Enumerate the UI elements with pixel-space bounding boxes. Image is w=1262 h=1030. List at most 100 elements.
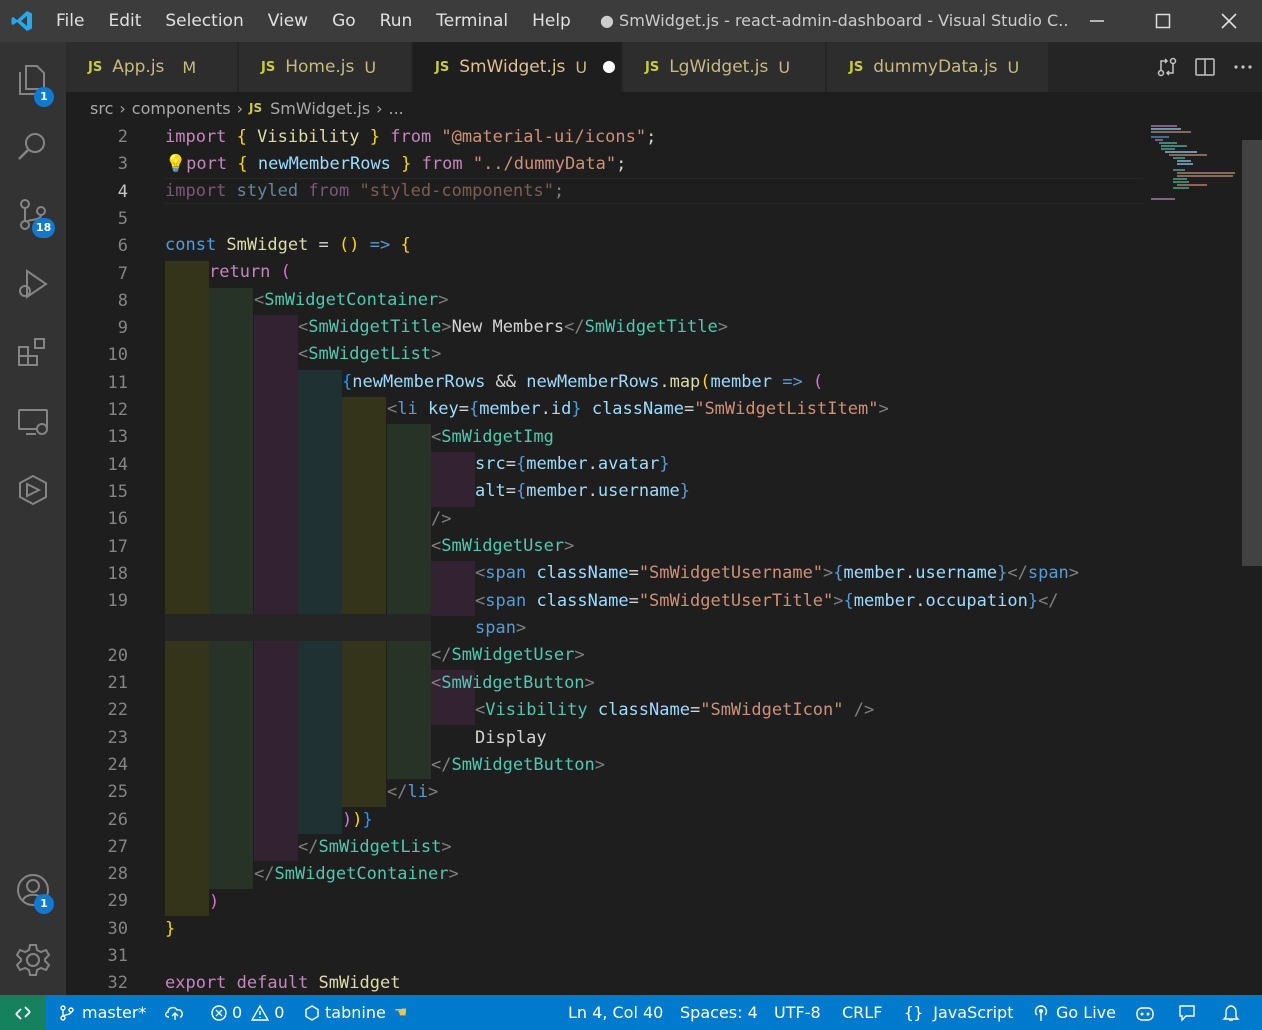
code-line: </SmWidgetContainer> [254, 864, 459, 884]
line-number: 16 [107, 509, 128, 529]
encoding-status[interactable]: UTF-8 [774, 995, 821, 1030]
tab-app-js[interactable]: JS App.js M [66, 42, 238, 92]
vertical-scrollbar[interactable] [1242, 124, 1262, 995]
menu-selection[interactable]: Selection [153, 0, 255, 42]
code-line: <SmWidgetTitle>New Members</SmWidgetTitl… [298, 317, 728, 337]
packages-icon[interactable] [0, 460, 66, 520]
minimize-button[interactable] [1064, 0, 1130, 42]
compare-changes-icon[interactable] [1148, 42, 1186, 92]
menu-terminal[interactable]: Terminal [424, 0, 520, 42]
run-debug-icon[interactable] [0, 254, 66, 314]
go-live-button[interactable]: Go Live [1032, 995, 1116, 1030]
broadcast-icon [1034, 1004, 1048, 1021]
notifications-bell-icon[interactable] [1222, 995, 1240, 1030]
indentation-status[interactable]: Spaces: 4 [680, 995, 758, 1030]
breadcrumb-components[interactable]: components [132, 99, 231, 118]
settings-gear-icon[interactable] [0, 930, 66, 990]
menu-help[interactable]: Help [520, 0, 583, 42]
code-line: <SmWidgetContainer> [254, 290, 449, 310]
tab-lgwidget-js[interactable]: JS LgWidget.js U [623, 42, 826, 92]
tab-label: dummyData.js [873, 57, 998, 77]
line-number: 28 [107, 864, 128, 884]
scrollbar-thumb[interactable] [1242, 140, 1262, 566]
tab-dummydata-js[interactable]: JS dummyData.js U [827, 42, 1049, 92]
branch-status[interactable]: master* [58, 995, 146, 1030]
line-number: 11 [107, 373, 128, 393]
search-icon[interactable] [0, 116, 66, 176]
line-number: 20 [107, 646, 128, 666]
tab-label: App.js [112, 57, 165, 77]
cursor-position[interactable]: Ln 4, Col 40 [568, 995, 663, 1030]
warning-count: 0 [274, 1003, 285, 1022]
breadcrumb-symbol[interactable]: ... [389, 99, 404, 118]
activity-bar: 1 18 1 [0, 42, 66, 995]
tabnine-icon [305, 1004, 319, 1021]
source-control-icon[interactable]: 18 [0, 184, 66, 244]
accounts-icon[interactable]: 1 [0, 860, 66, 920]
code-area[interactable]: import { Visibility } from "@material-ui… [165, 124, 1165, 995]
tab-git-status: U [364, 57, 377, 77]
menu-run[interactable]: Run [368, 0, 425, 42]
code-line: <SmWidgetList> [298, 344, 442, 364]
js-file-icon: JS [88, 59, 103, 75]
breadcrumb: src › components › JS SmWidget.js › ... [66, 92, 1262, 124]
tab-git-status: U [778, 57, 791, 77]
tab-git-status: U [1007, 57, 1020, 77]
tabnine-status[interactable]: tabnine ☚ [305, 995, 407, 1030]
code-line: /> [431, 509, 452, 529]
close-button[interactable] [1196, 0, 1262, 42]
sync-icon[interactable] [164, 995, 186, 1030]
menu-file[interactable]: File [44, 0, 96, 42]
line-number: 18 [107, 564, 128, 584]
extensions-icon[interactable] [0, 322, 66, 382]
remote-indicator-icon[interactable] [0, 995, 46, 1030]
menu-go[interactable]: Go [320, 0, 368, 42]
code-line: {newMemberRows && newMemberRows.map(memb… [342, 372, 824, 392]
js-file-icon: JS [261, 59, 276, 75]
line-number: 15 [107, 482, 128, 502]
line-number: 8 [117, 291, 128, 311]
code-line: 💡port { newMemberRows } from "../dummyDa… [165, 154, 627, 174]
status-bar: master* 0 0 tabnine ☚ Ln 4, Col 40 Space… [0, 995, 1262, 1030]
lightbulb-icon[interactable]: 💡 [165, 154, 186, 174]
breadcrumb-file[interactable]: SmWidget.js [270, 99, 370, 118]
remote-explorer-icon[interactable] [0, 392, 66, 452]
line-number: 13 [107, 427, 128, 447]
line-number: 24 [107, 755, 128, 775]
menu-view[interactable]: View [256, 0, 320, 42]
go-live-label: Go Live [1056, 1003, 1116, 1022]
minimap[interactable] [1147, 124, 1247, 204]
maximize-button[interactable] [1130, 0, 1196, 42]
breadcrumb-src[interactable]: src [90, 99, 113, 118]
code-line: <SmWidgetButton> [431, 673, 595, 693]
line-number: 22 [107, 700, 128, 720]
eol-status[interactable]: CRLF [842, 995, 882, 1030]
error-count: 0 [232, 1003, 243, 1022]
feedback-icon[interactable] [1178, 995, 1198, 1030]
tab-smwidget-js[interactable]: JS SmWidget.js U [413, 42, 622, 92]
explorer-badge: 1 [34, 87, 54, 107]
scm-badge: 18 [32, 218, 56, 238]
chevron-right-icon: › [376, 98, 383, 118]
more-actions-icon[interactable] [1224, 42, 1262, 92]
tab-home-js[interactable]: JS Home.js U [239, 42, 412, 92]
chevron-right-icon: › [119, 98, 126, 118]
language-mode[interactable]: {} JavaScript [904, 995, 1013, 1030]
unsaved-dot-icon[interactable] [603, 61, 616, 73]
explorer-icon[interactable]: 1 [0, 50, 66, 110]
line-number: 30 [107, 919, 128, 939]
line-number: 23 [107, 728, 128, 748]
problems-status[interactable]: 0 0 [210, 995, 284, 1030]
code-line: <SmWidgetImg [431, 427, 554, 447]
code-editor[interactable]: 2 3 4 5 6 7 8 9 10 11 12 13 14 15 16 17 18 19 20 21 22 23 24 25… [66, 124, 1262, 995]
line-number: 3 [117, 154, 128, 174]
menu-edit[interactable]: Edit [96, 0, 153, 42]
chevron-right-icon: › [236, 98, 244, 118]
code-line: } [165, 919, 176, 939]
split-editor-icon[interactable] [1186, 42, 1224, 92]
error-icon [211, 1004, 227, 1021]
tab-git-status: M [182, 57, 197, 77]
js-file-icon: JS [849, 59, 864, 75]
code-line: <li key={member.id} className="SmWidgetL… [387, 399, 889, 419]
copilot-icon[interactable] [1134, 995, 1156, 1030]
